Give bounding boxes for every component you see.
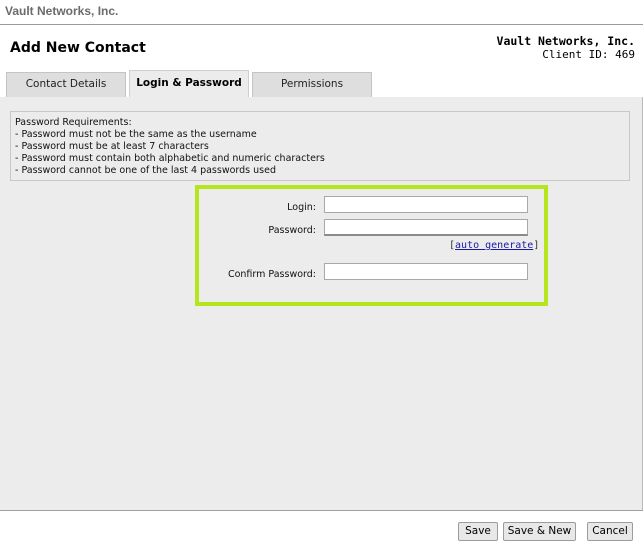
login-credentials-highlight: Login: Password: [auto generate] Confirm… [195,185,548,306]
auto-generate-close-bracket: ] [533,240,540,251]
cancel-button[interactable]: Cancel [587,522,633,541]
password-requirements: Password Requirements: - Password must n… [10,111,630,181]
top-bar: Vault Networks, Inc. [0,0,643,25]
footer-bar: Save Save & New Cancel [0,510,643,545]
requirement-item: - Password must contain both alphabetic … [15,153,325,164]
password-label: Password: [268,225,316,236]
tab-content-panel: Password Requirements: - Password must n… [0,97,643,510]
requirements-heading: Password Requirements: [15,117,132,128]
client-name: Vault Networks, Inc. [496,34,635,48]
login-label: Login: [287,202,316,213]
requirement-item: - Password must not be the same as the u… [15,129,257,140]
auto-generate-wrapper: [auto generate] [449,240,539,251]
confirm-password-label: Confirm Password: [227,269,316,280]
password-input[interactable] [324,219,528,236]
login-input[interactable] [324,196,528,213]
client-info: Vault Networks, Inc. Client ID: 469 [496,34,635,62]
page-header: Add New Contact Vault Networks, Inc. Cli… [0,26,643,70]
client-id: Client ID: 469 [542,48,635,61]
save-and-new-button[interactable]: Save & New [503,522,576,541]
tab-permissions[interactable]: Permissions [252,72,372,97]
auto-generate-link[interactable]: auto generate [455,240,533,251]
tab-contact-details[interactable]: Contact Details [6,72,126,97]
confirm-password-input[interactable] [324,263,528,280]
requirement-item: - Password cannot be one of the last 4 p… [15,165,276,176]
tab-bar: Contact Details Login & Password Permiss… [0,70,643,97]
tab-login-password[interactable]: Login & Password [129,70,249,97]
save-button[interactable]: Save [458,522,498,541]
requirement-item: - Password must be at least 7 characters [15,141,209,152]
page-title: Add New Contact [10,40,146,56]
brand-name: Vault Networks, Inc. [5,4,119,18]
